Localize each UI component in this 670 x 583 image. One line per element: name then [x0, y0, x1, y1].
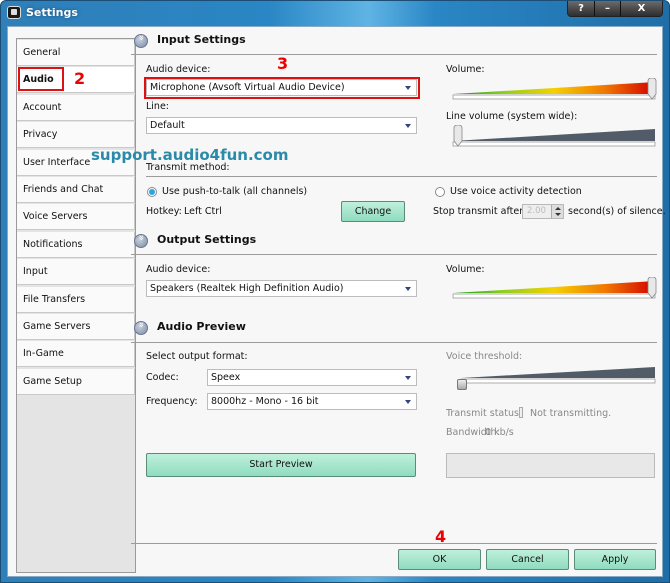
- collapse-icon[interactable]: [134, 321, 148, 335]
- change-hotkey-button[interactable]: Change: [341, 201, 405, 222]
- collapse-icon[interactable]: [134, 34, 148, 48]
- slider-track: [452, 94, 656, 100]
- hotkey-value: Left Ctrl: [184, 206, 222, 217]
- settings-window: Settings ? – X General Audio Account Privac…: [0, 0, 670, 583]
- slider-thumb[interactable]: [647, 78, 657, 100]
- slider-track: [452, 141, 656, 147]
- annotation-device-highlight: [144, 77, 420, 99]
- input-volume-slider[interactable]: [451, 78, 659, 102]
- input-audio-device-label: Audio device:: [146, 64, 211, 75]
- slider-thumb[interactable]: [456, 379, 467, 390]
- dropdown-arrow-icon: [405, 376, 411, 380]
- stop-transmit-label: Stop transmit after:: [433, 206, 527, 217]
- section-title: Input Settings: [157, 33, 246, 46]
- stop-transmit-spinner[interactable]: 2.00: [522, 204, 564, 219]
- slider-thumb[interactable]: [647, 277, 657, 299]
- frequency-label: Frequency:: [146, 396, 198, 407]
- spinner-value: 2.00: [527, 206, 546, 216]
- output-volume-label: Volume:: [446, 264, 485, 275]
- stop-transmit-suffix: second(s) of silence.: [568, 206, 666, 217]
- select-value: Speex: [211, 372, 241, 383]
- output-format-label: Select output format:: [146, 351, 248, 362]
- line-volume-label: Line volume (system wide):: [446, 111, 578, 122]
- voice-threshold-slider[interactable]: [451, 366, 659, 390]
- slider-fill: [453, 129, 655, 141]
- window-title: Settings: [26, 6, 78, 19]
- input-volume-label: Volume:: [446, 64, 485, 75]
- sidebar-item-file-transfers[interactable]: File Transfers: [17, 286, 135, 313]
- sidebar-item-input[interactable]: Input: [17, 259, 135, 286]
- output-audio-device-label: Audio device:: [146, 264, 211, 275]
- codec-label: Codec:: [146, 372, 179, 383]
- select-value: Speakers (Realtek High Definition Audio): [150, 283, 344, 294]
- sidebar-item-game-servers[interactable]: Game Servers: [17, 314, 135, 340]
- voice-activity-label[interactable]: Use voice activity detection: [450, 186, 582, 197]
- slider-track: [452, 293, 656, 299]
- dropdown-arrow-icon: [405, 124, 411, 128]
- close-button[interactable]: X: [620, 1, 662, 16]
- output-audio-device-select[interactable]: Speakers (Realtek High Definition Audio): [146, 280, 417, 297]
- preview-meter: [446, 453, 655, 478]
- annotation-audio-highlight: [18, 67, 64, 91]
- dropdown-arrow-icon: [405, 400, 411, 404]
- divider: [131, 54, 657, 55]
- divider: [146, 176, 657, 177]
- minimize-button[interactable]: –: [594, 1, 620, 16]
- transmit-status-label: Transmit status:: [446, 408, 523, 419]
- annotation-step-3: 3: [277, 54, 289, 73]
- sidebar-item-notifications[interactable]: Notifications: [17, 231, 135, 258]
- slider-fill: [453, 82, 655, 94]
- frequency-select[interactable]: 8000hz - Mono - 16 bit: [207, 393, 417, 410]
- push-to-talk-radio[interactable]: [147, 187, 157, 197]
- settings-sidebar: General Audio Account Privacy User Interface…: [16, 38, 136, 573]
- voice-activity-radio[interactable]: [435, 187, 445, 197]
- select-value: 8000hz - Mono - 16 bit: [211, 396, 319, 407]
- divider: [131, 254, 657, 255]
- line-volume-slider[interactable]: [451, 125, 659, 149]
- cancel-button[interactable]: Cancel: [486, 549, 569, 570]
- sidebar-item-voice-servers[interactable]: Voice Servers: [17, 204, 135, 231]
- line-select[interactable]: Default: [146, 117, 417, 134]
- output-settings-header[interactable]: Output Settings: [134, 232, 434, 252]
- help-button[interactable]: ?: [568, 1, 594, 16]
- sidebar-item-in-game[interactable]: In-Game: [17, 341, 135, 368]
- sidebar-item-game-setup[interactable]: Game Setup: [17, 368, 135, 395]
- sidebar-item-privacy[interactable]: Privacy: [17, 122, 135, 149]
- divider: [131, 342, 657, 343]
- push-to-talk-label[interactable]: Use push-to-talk (all channels): [162, 186, 307, 197]
- output-volume-slider[interactable]: [451, 277, 659, 301]
- sidebar-item-friends-and-chat[interactable]: Friends and Chat: [17, 177, 135, 203]
- dropdown-arrow-icon: [405, 287, 411, 291]
- slider-thumb[interactable]: [453, 125, 463, 147]
- section-title: Audio Preview: [157, 320, 246, 333]
- voice-threshold-label: Voice threshold:: [446, 351, 523, 362]
- annotation-step-2: 2: [74, 69, 86, 88]
- ok-button[interactable]: OK: [398, 549, 481, 570]
- sidebar-item-account[interactable]: Account: [17, 94, 135, 121]
- window-controls: ? – X: [567, 1, 663, 17]
- slider-fill: [453, 281, 655, 293]
- transmit-status-value: Not transmitting.: [530, 408, 612, 419]
- section-title: Output Settings: [157, 233, 257, 246]
- select-value: Default: [150, 120, 185, 131]
- transmit-indicator-icon: [519, 407, 523, 418]
- start-preview-button[interactable]: Start Preview: [146, 453, 416, 477]
- spinner-arrows-icon[interactable]: [551, 205, 563, 218]
- codec-select[interactable]: Speex: [207, 369, 417, 386]
- hotkey-label: Hotkey:: [146, 206, 182, 217]
- divider: [131, 543, 657, 544]
- line-label: Line:: [146, 101, 169, 112]
- slider-track: [460, 378, 656, 384]
- input-settings-header[interactable]: Input Settings: [134, 32, 434, 52]
- app-logo-icon: [7, 6, 21, 19]
- bandwidth-value: 0 kb/s: [485, 427, 514, 438]
- slider-fill: [461, 367, 655, 378]
- collapse-icon[interactable]: [134, 234, 148, 248]
- title-bar[interactable]: Settings ? – X: [1, 1, 669, 25]
- sidebar-item-general[interactable]: General: [17, 40, 135, 66]
- audio-preview-header[interactable]: Audio Preview: [134, 319, 434, 339]
- transmit-method-label: Transmit method:: [146, 162, 230, 173]
- apply-button[interactable]: Apply: [574, 549, 656, 570]
